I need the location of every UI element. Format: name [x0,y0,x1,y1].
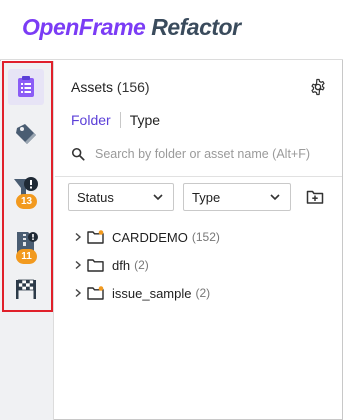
tree-item-count: (152) [191,230,220,244]
folder-icon [87,286,104,300]
gear-icon[interactable] [309,78,327,96]
rail-highlight-outline [2,61,53,312]
assets-panel: Assets (156) Folder Type Status Type [55,61,342,419]
tab-divider [119,112,121,128]
chevron-right-icon[interactable] [73,260,83,270]
status-filter-label: Status [77,189,114,205]
status-filter-dropdown[interactable]: Status [68,183,174,211]
type-filter-label: Type [192,189,221,205]
panel-title: Assets (156) [71,79,150,95]
type-filter-dropdown[interactable]: Type [183,183,291,211]
search-input[interactable] [95,147,325,161]
asset-count: (156) [116,79,150,95]
chevron-down-icon [153,194,163,201]
folder-icon [87,259,104,272]
app-header: OpenFrame Refactor [0,0,343,60]
add-folder-icon[interactable] [306,189,324,205]
tree-item[interactable]: CARDDEMO (152) [73,227,220,247]
tree-item-count: (2) [195,286,211,300]
tree-item-name: issue_sample [112,285,192,301]
tree-item-name: CARDDEMO [112,229,188,245]
tree-item-name: dfh [112,257,131,273]
chevron-right-icon[interactable] [73,288,83,298]
app-logo: OpenFrame Refactor [22,14,241,41]
tree-item[interactable]: dfh (2) [73,255,149,275]
panel-title-label: Assets [71,79,114,95]
folder-icon [87,230,104,244]
search-icon [71,147,85,161]
tab-folder[interactable]: Folder [71,112,111,128]
chevron-down-icon [270,194,280,201]
tab-type[interactable]: Type [130,112,160,128]
view-tabs: Folder Type [71,112,160,128]
tree-item[interactable]: issue_sample (2) [73,283,210,303]
chevron-right-icon[interactable] [73,232,83,242]
tree-item-count: (2) [134,258,149,272]
brand-refactor: Refactor [151,14,241,40]
filter-bar: Status Type [55,176,342,223]
search-bar [71,143,329,165]
brand-openframe: OpenFrame [22,14,146,40]
